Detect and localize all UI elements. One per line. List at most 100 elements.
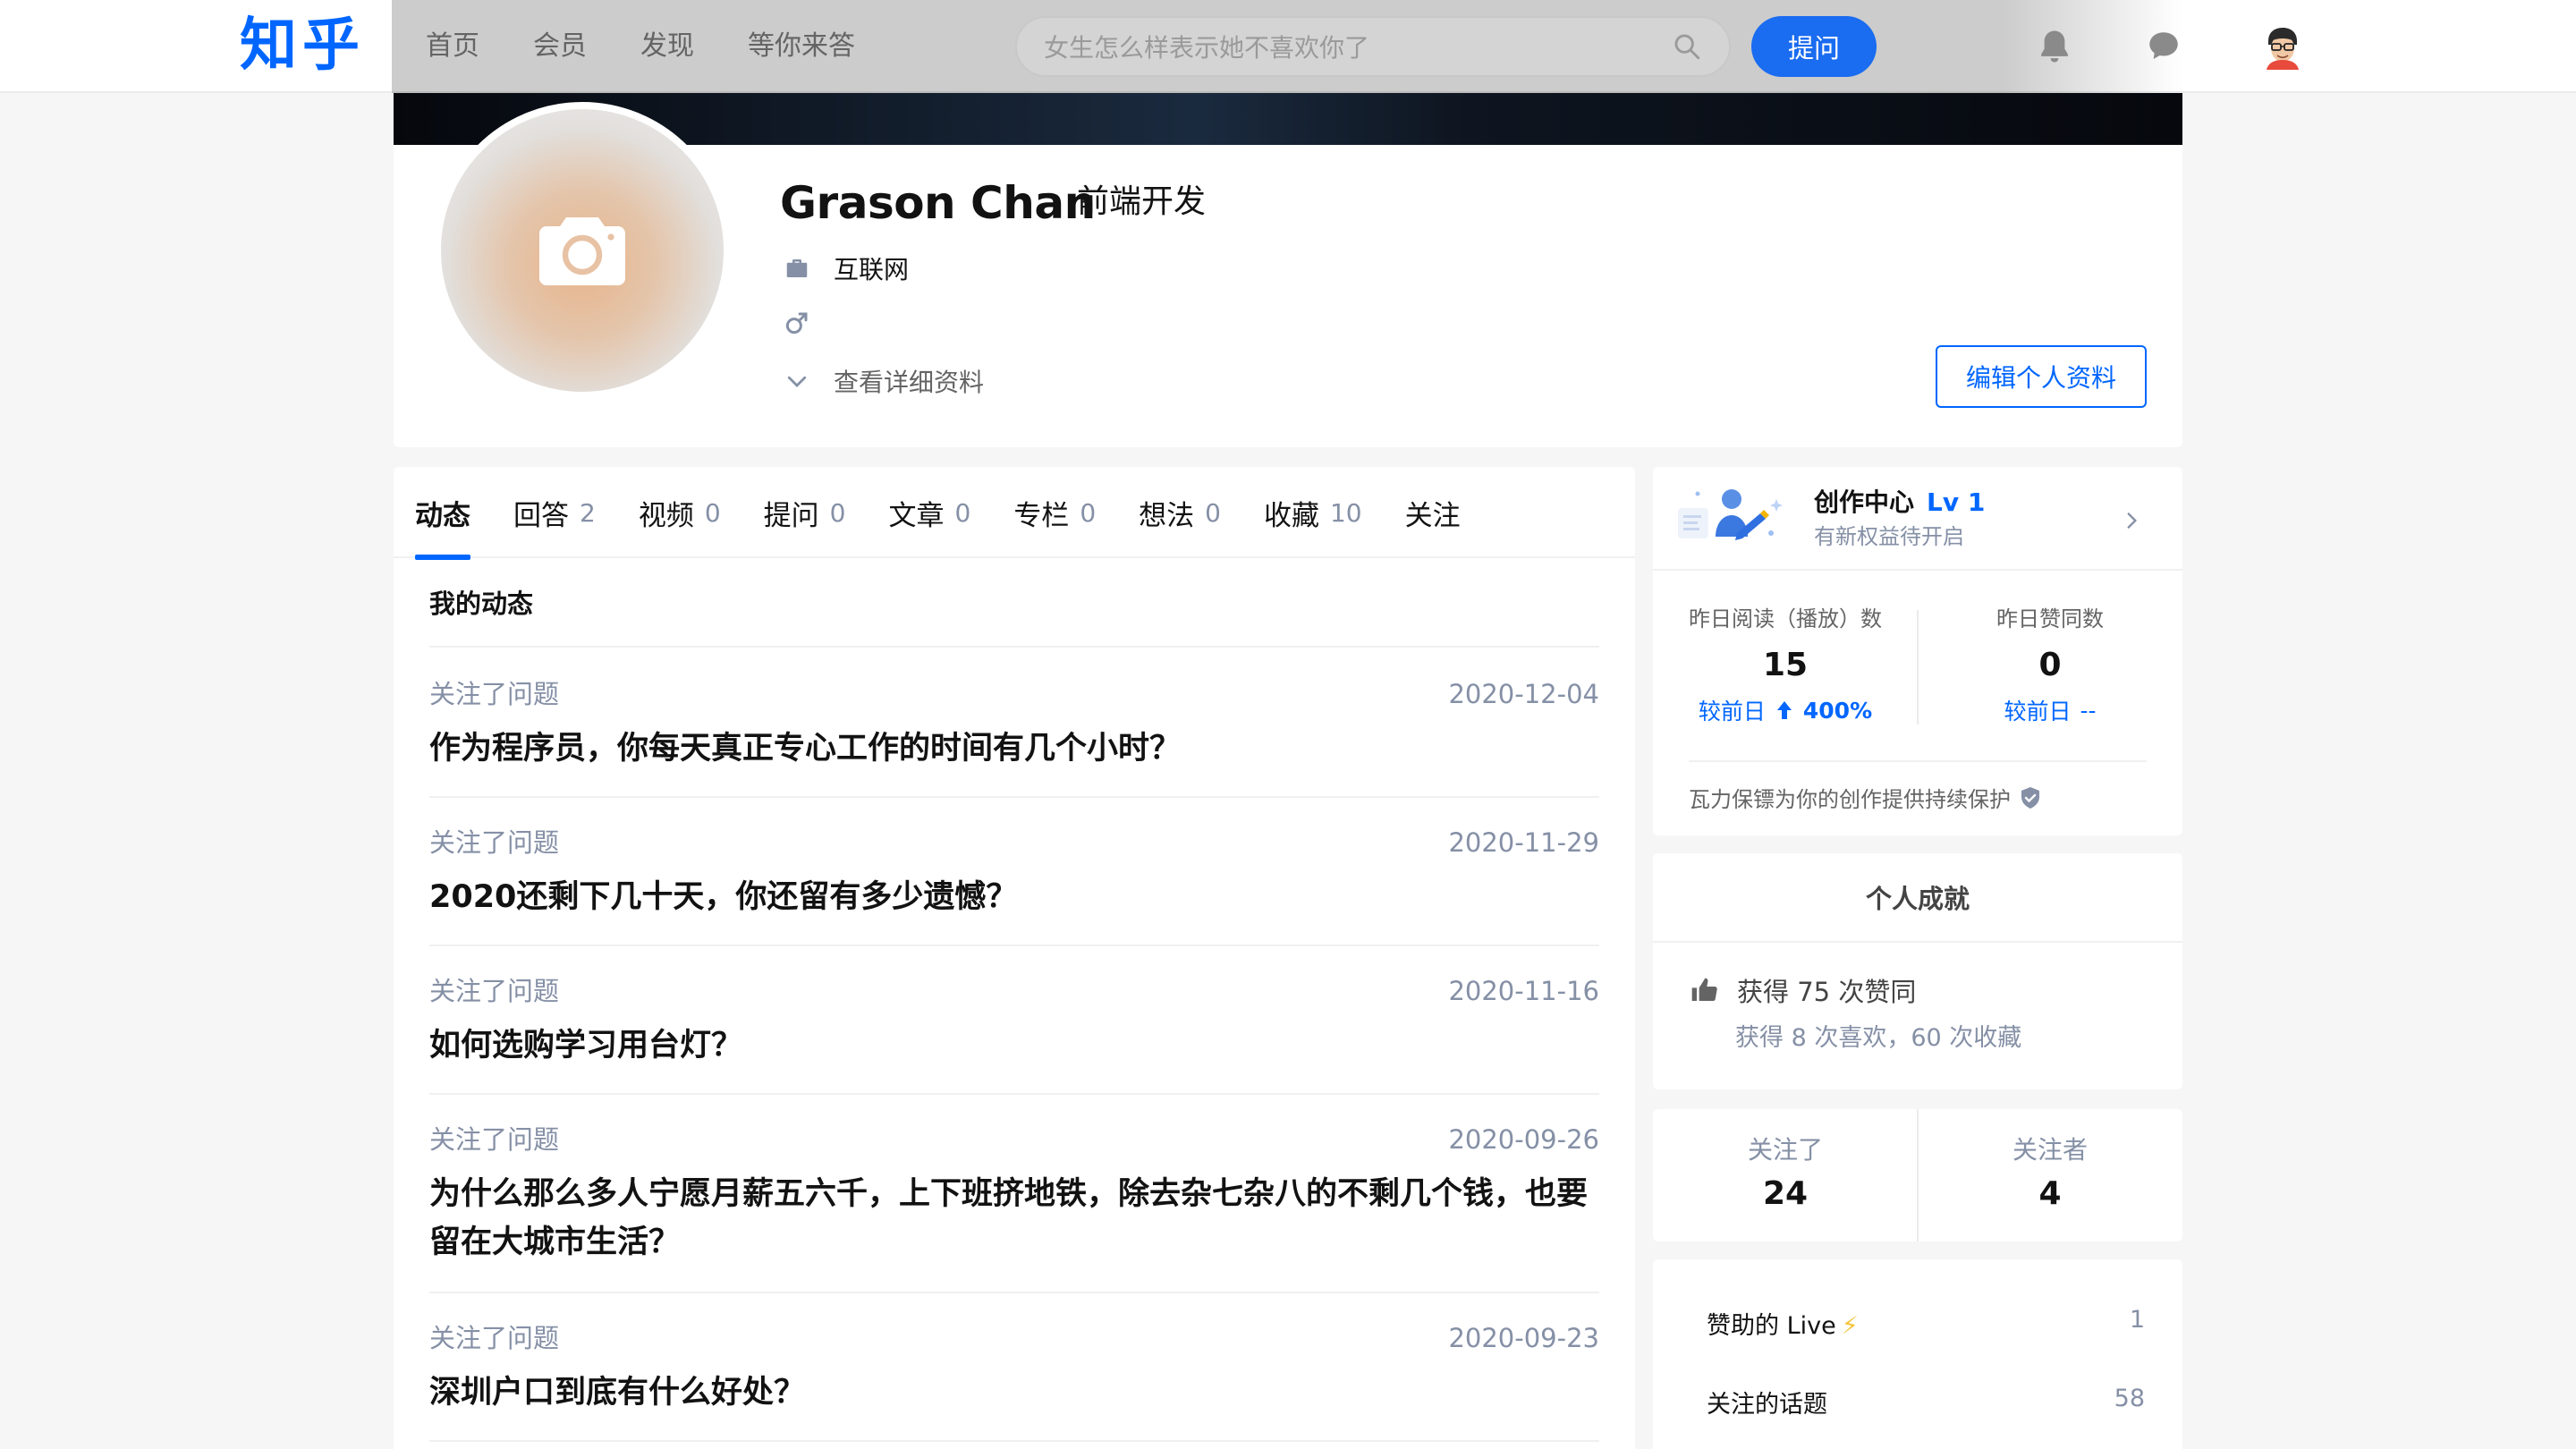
tab-label: 关注 xyxy=(1404,499,1461,532)
feed-item-question[interactable]: 深圳户口到底有什么好处？ xyxy=(429,1368,1599,1417)
tab-count: 0 xyxy=(954,497,971,528)
arrow-up-icon xyxy=(1776,701,1792,719)
feed-item-action: 关注了问题 xyxy=(429,1323,560,1353)
delta-label: 较前日 xyxy=(1698,699,1766,724)
feed-item-action: 关注了问题 xyxy=(429,1124,560,1155)
feed-item-question[interactable]: 如何选购学习用台灯？ xyxy=(429,1021,1599,1070)
achievement-detail: 获得 8 次喜欢，60 次收藏 xyxy=(1735,1024,2022,1052)
following-number: 24 xyxy=(1762,1175,1809,1212)
edit-profile-button[interactable]: 编辑个人资料 xyxy=(1936,345,2147,408)
creator-center-header[interactable]: 创作中心 Lv 1 有新权益待开启 xyxy=(1653,467,2182,571)
following-count[interactable]: 关注了 24 xyxy=(1653,1131,1918,1212)
sponsored-live-link[interactable]: 赞助的 Live ⚡ 1 xyxy=(1707,1306,2145,1341)
list-count: 58 xyxy=(2114,1385,2145,1412)
profile-avatar-upload[interactable] xyxy=(434,102,731,399)
list-label: 关注的话题 xyxy=(1707,1391,1827,1419)
tab-following[interactable]: 关注 xyxy=(1405,467,1461,558)
tab-label: 专栏 xyxy=(1013,499,1070,532)
nav-waiting-answers[interactable]: 等你来答 xyxy=(748,27,855,66)
activity-feed-card: 动态 回答 2 视频 0 提问 0 文章 0 专栏 0 想法 0 收藏 10 关注 我的动态 … xyxy=(394,467,1635,1449)
divider xyxy=(429,1440,1599,1442)
shield-check-icon xyxy=(2021,786,2039,809)
chevron-down-icon xyxy=(787,376,807,387)
profile-card: Grason Chan 前端开发 互联网 查看详细资料 编辑个人资料 xyxy=(394,93,2182,447)
view-details-link[interactable]: 查看详细资料 xyxy=(784,363,984,399)
feed-item: 关注了问题 2020-09-26 为什么那么多人宁愿月薪五六千，上下班挤地铁，除去… xyxy=(429,1122,1599,1267)
stat-delta: 较前日 -- xyxy=(1918,694,2182,726)
tab-label: 提问 xyxy=(763,499,819,532)
tab-label: 文章 xyxy=(888,499,945,532)
followers-label: 关注者 xyxy=(2012,1135,2088,1165)
nav-explore[interactable]: 发现 xyxy=(640,27,694,66)
main-nav: 首页 会员 发现 等你来答 xyxy=(426,27,855,66)
tab-questions[interactable]: 提问 0 xyxy=(764,467,846,558)
bell-icon[interactable] xyxy=(2036,27,2073,66)
tab-articles[interactable]: 文章 0 xyxy=(888,467,970,558)
profile-industry: 互联网 xyxy=(834,255,910,284)
profile-gender-row xyxy=(784,309,834,336)
tab-thoughts[interactable]: 想法 0 xyxy=(1139,467,1221,558)
tab-count: 0 xyxy=(704,497,721,528)
tab-label: 视频 xyxy=(638,499,694,532)
search-input[interactable]: 女生怎么样表示她不喜欢你了 xyxy=(1015,16,1731,77)
nav-vip[interactable]: 会员 xyxy=(533,27,587,66)
creator-protection-note[interactable]: 瓦力保镖为你的创作提供持续保护 xyxy=(1689,782,2041,813)
search-icon[interactable] xyxy=(1672,31,1702,62)
feed-item-action: 关注了问题 xyxy=(429,827,560,858)
followers-count[interactable]: 关注者 4 xyxy=(1918,1131,2182,1212)
tab-count: 0 xyxy=(1205,497,1221,528)
tab-activity[interactable]: 动态 xyxy=(415,467,470,560)
feed-item-date: 2020-09-26 xyxy=(1448,1124,1599,1155)
follow-stats-card: 关注了 24 关注者 4 xyxy=(1653,1109,2182,1241)
list-count: 1 xyxy=(2129,1306,2145,1334)
followed-topics-link[interactable]: 关注的话题 58 xyxy=(1707,1385,2145,1419)
feed-item-question[interactable]: 作为程序员，你每天真正专心工作的时间有几个小时？ xyxy=(429,724,1599,773)
followers-number: 4 xyxy=(2038,1175,2062,1212)
feed-item: 关注了问题 2020-09-23 深圳户口到底有什么好处？ xyxy=(429,1320,1599,1417)
nav-home[interactable]: 首页 xyxy=(426,27,479,66)
top-header: 知乎 首页 会员 发现 等你来答 女生怎么样表示她不喜欢你了 提问 xyxy=(0,0,2576,93)
feed-item-question[interactable]: 为什么那么多人宁愿月薪五六千，上下班挤地铁，除去杂七杂八的不剩几个钱，也要留在大… xyxy=(429,1170,1599,1267)
achievements-title: 个人成就 xyxy=(1653,853,2182,943)
stat-delta: 较前日 400% xyxy=(1653,694,1918,726)
tab-answers[interactable]: 回答 2 xyxy=(513,467,596,558)
achievement-likes-row: 获得 75 次赞同 xyxy=(1689,971,1916,1009)
yesterday-likes-stat: 昨日赞同数 0 较前日 -- xyxy=(1918,601,2182,726)
yesterday-reads-stat: 昨日阅读（播放）数 15 较前日 400% xyxy=(1653,601,1918,726)
stat-label: 昨日阅读（播放）数 xyxy=(1689,606,1882,631)
thumbs-up-icon xyxy=(1691,978,1717,1002)
divider xyxy=(429,646,1599,648)
tab-label: 动态 xyxy=(415,499,470,532)
zhihu-logo[interactable]: 知乎 xyxy=(240,5,365,86)
tab-label: 想法 xyxy=(1139,499,1195,532)
feed-item-date: 2020-09-23 xyxy=(1448,1323,1599,1353)
ask-question-button[interactable]: 提问 xyxy=(1751,16,1877,77)
avatar-image xyxy=(2259,23,2306,70)
divider xyxy=(429,1093,1599,1095)
divider xyxy=(429,1292,1599,1293)
tab-videos[interactable]: 视频 0 xyxy=(639,467,721,558)
creator-level-badge: Lv 1 xyxy=(1927,487,1986,517)
stat-value: 15 xyxy=(1762,647,1809,683)
feed-item: 关注了问题 2020-11-16 如何选购学习用台灯？ xyxy=(429,973,1599,1070)
achievements-card: 个人成就 获得 75 次赞同 获得 8 次喜欢，60 次收藏 xyxy=(1653,853,2182,1089)
creator-illustration xyxy=(1678,489,1783,540)
divider xyxy=(1689,760,2147,762)
creator-title-text: 创作中心 xyxy=(1814,487,1915,517)
briefcase-icon xyxy=(786,259,808,277)
tab-count: 2 xyxy=(580,497,596,528)
tab-collections[interactable]: 收藏 10 xyxy=(1264,467,1362,558)
profile-lists-card: 赞助的 Live ⚡ 1 关注的话题 58 xyxy=(1653,1259,2182,1449)
profile-industry-row: 互联网 xyxy=(784,250,909,286)
chevron-right-icon xyxy=(2127,513,2138,529)
delta-label: 较前日 xyxy=(2004,699,2072,724)
stat-label: 昨日赞同数 xyxy=(1996,606,2104,631)
user-avatar[interactable] xyxy=(2259,23,2306,70)
tab-count: 0 xyxy=(1080,497,1097,528)
delta-value: -- xyxy=(2080,697,2097,724)
list-label: 赞助的 Live xyxy=(1707,1312,1836,1340)
feed-item-question[interactable]: 2020还剩下几十天，你还留有多少遗憾？ xyxy=(429,873,1599,921)
message-icon[interactable] xyxy=(2145,27,2182,66)
tab-columns[interactable]: 专栏 0 xyxy=(1013,467,1096,558)
following-label: 关注了 xyxy=(1747,1135,1823,1165)
